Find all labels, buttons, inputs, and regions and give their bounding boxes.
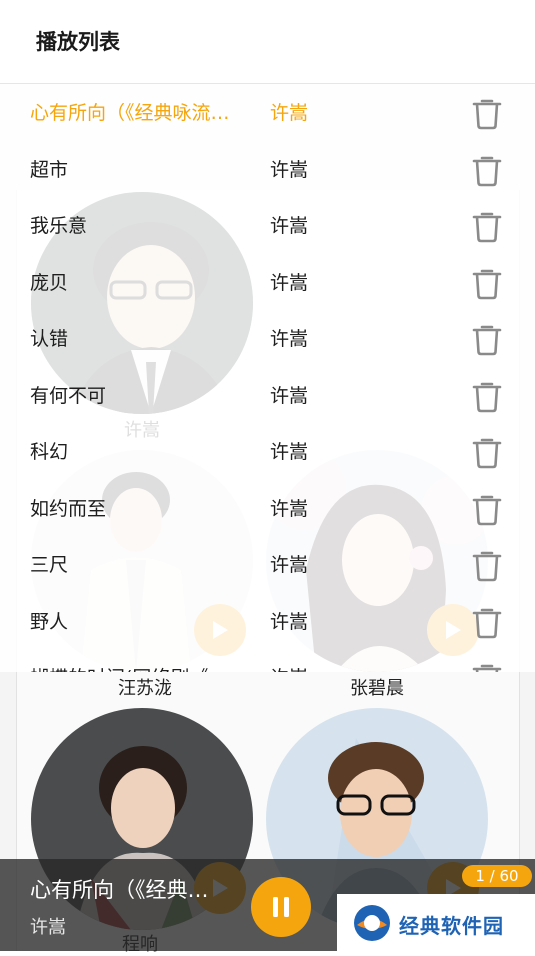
trash-icon[interactable]: [470, 548, 504, 582]
trash-icon[interactable]: [470, 379, 504, 413]
song-artist: 许嵩: [270, 663, 308, 672]
song-artist: 许嵩: [270, 102, 309, 124]
trash-icon[interactable]: [470, 661, 504, 672]
playlist-row[interactable]: 庞贝 许嵩: [0, 254, 535, 310]
now-playing-title: 心有所向（《经典咏流传》: [30, 878, 220, 902]
song-title: 心有所向（《经典咏流…: [30, 102, 230, 124]
trash-icon[interactable]: [470, 322, 504, 356]
song-artist: 许嵩: [270, 441, 309, 463]
song-title: 野人: [30, 610, 69, 633]
watermark-text: 经典软件园: [399, 914, 504, 938]
playlist-counter[interactable]: 1 / 60: [462, 865, 532, 887]
song-artist: 许嵩: [270, 610, 309, 633]
playlist-row[interactable]: 我乐意 许嵩: [0, 197, 535, 253]
playlist-row[interactable]: 科幻 许嵩: [0, 423, 535, 479]
playlist-row[interactable]: 三尺 许嵩: [0, 536, 535, 592]
now-playing-artist: 许嵩: [30, 917, 66, 938]
pause-icon: [273, 897, 289, 917]
song-title: 如约而至: [30, 497, 107, 520]
song-title: 超市: [30, 158, 69, 181]
song-artist: 许嵩: [270, 215, 309, 237]
playlist-row[interactable]: 超市 许嵩: [0, 141, 535, 197]
playlist-row[interactable]: 心有所向（《经典咏流… 许嵩: [0, 84, 535, 140]
playlist-row[interactable]: 蝴蝶的时间(网络剧《... 许嵩: [0, 649, 535, 672]
playlist-row[interactable]: 如约而至 许嵩: [0, 480, 535, 536]
trash-icon[interactable]: [470, 266, 504, 300]
song-title: 科幻: [30, 441, 69, 463]
playlist-title: 播放列表: [36, 30, 120, 54]
song-artist: 许嵩: [270, 497, 309, 520]
trash-icon[interactable]: [470, 492, 504, 526]
trash-icon[interactable]: [470, 435, 504, 469]
song-title: 有何不可: [30, 384, 107, 407]
playlist-row[interactable]: 野人 许嵩: [0, 593, 535, 649]
song-artist: 许嵩: [270, 328, 309, 350]
watermark: 经典软件园: [337, 894, 535, 951]
playlist-row[interactable]: 认错 许嵩: [0, 310, 535, 366]
song-title: 蝴蝶的时间(网络剧《...: [30, 663, 256, 672]
trash-icon[interactable]: [470, 153, 504, 187]
watermark-logo-icon: [354, 905, 390, 941]
song-title: 三尺: [30, 554, 69, 576]
trash-icon[interactable]: [470, 209, 504, 243]
song-artist: 许嵩: [270, 554, 309, 576]
song-title: 庞贝: [30, 271, 69, 294]
song-artist: 许嵩: [270, 271, 309, 294]
artist-name: 汪苏泷: [118, 678, 172, 699]
song-artist: 许嵩: [270, 384, 309, 407]
artist-name: 张碧晨: [350, 678, 404, 699]
playlist-header: 播放列表: [0, 0, 535, 84]
song-title: 认错: [30, 328, 69, 350]
trash-icon[interactable]: [470, 96, 504, 130]
playlist-row[interactable]: 有何不可 许嵩: [0, 367, 535, 423]
playlist-list: 心有所向（《经典咏流… 许嵩 超市 许嵩 我乐意 许嵩 庞贝 许嵩 认错 许嵩 有何不可 许嵩 科幻 许嵩…: [0, 84, 535, 672]
pause-button[interactable]: [251, 877, 311, 937]
trash-icon[interactable]: [470, 605, 504, 639]
song-artist: 许嵩: [270, 158, 309, 181]
playlist-sheet: 播放列表 心有所向（《经典咏流… 许嵩 超市 许嵩 我乐意 许嵩 庞贝 许嵩 认错 许嵩 有何不可许…: [0, 0, 535, 672]
song-title: 我乐意: [30, 215, 88, 237]
